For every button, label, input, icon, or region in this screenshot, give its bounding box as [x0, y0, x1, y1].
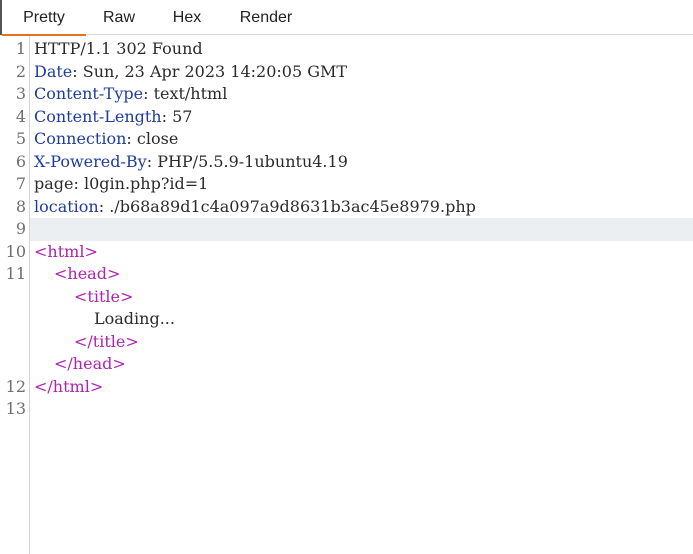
- header-separator: :: [161, 106, 173, 126]
- tag-name: title: [87, 286, 120, 306]
- line-number: 5: [15, 129, 26, 148]
- line-number: 2: [15, 61, 26, 81]
- header-key: Content-Length: [34, 106, 162, 126]
- header-value: Sun, 23 Apr 2023 14:20:05 GMT: [82, 61, 348, 81]
- tab-hex[interactable]: Hex: [160, 0, 214, 35]
- line-number: 11: [5, 264, 26, 283]
- line-number: 1: [15, 39, 26, 58]
- header-key: page: [34, 174, 74, 193]
- response-editor[interactable]: 1 HTTP/1.1 302 Found 2 Date: Sun, 23 Apr…: [0, 36, 693, 554]
- header-line-connection: Connection: close: [34, 128, 178, 151]
- line-number: 10: [5, 241, 26, 261]
- header-separator: :: [143, 84, 154, 103]
- tab-raw[interactable]: Raw: [92, 0, 146, 35]
- status-line: HTTP/1.1 302 Found: [34, 39, 203, 58]
- header-key: Date: [34, 61, 73, 81]
- line-number: 13: [5, 399, 26, 418]
- header-value: l0gin.php?id=1: [83, 174, 209, 193]
- line-number: 3: [15, 84, 26, 103]
- header-separator: :: [72, 61, 83, 81]
- line-number: 6: [15, 151, 26, 171]
- header-separator: :: [126, 129, 137, 148]
- line-number: 4: [15, 106, 26, 126]
- header-line-content-type: Content-Type: text/html: [34, 83, 227, 106]
- header-key: Connection: [34, 129, 127, 148]
- header-line-page: page: l0gin.php?id=1: [34, 173, 208, 196]
- head-close-tag: </head>: [54, 354, 126, 373]
- header-separator: :: [98, 196, 110, 216]
- header-value: 57: [172, 106, 193, 126]
- tag-name: /head: [67, 354, 113, 373]
- tab-render[interactable]: Render: [230, 0, 302, 35]
- tag-name: head: [67, 264, 107, 283]
- tag-name: html: [47, 241, 85, 261]
- title-open-tag: <title>: [74, 286, 134, 306]
- header-separator: :: [73, 174, 84, 193]
- view-tabs: Pretty Raw Hex Render: [0, 0, 693, 36]
- tag-name: /title: [87, 331, 126, 351]
- current-line-highlight: [30, 218, 693, 241]
- header-key: location: [34, 196, 99, 216]
- line-number: 7: [15, 174, 26, 193]
- header-key: Content-Type: [34, 84, 144, 103]
- html-close-tag: </html>: [34, 376, 104, 396]
- header-line-x-powered-by: X-Powered-By: PHP/5.5.9-1ubuntu4.19: [34, 151, 348, 174]
- head-open-tag: <head>: [54, 264, 121, 283]
- header-line-content-length: Content-Length: 57: [34, 106, 192, 129]
- header-value: text/html: [153, 84, 228, 103]
- title-close-tag: </title>: [74, 331, 139, 351]
- html-open-tag: <html>: [34, 241, 98, 261]
- header-value: close: [136, 129, 179, 148]
- line-number: 9: [15, 219, 26, 238]
- title-text: Loading...: [94, 309, 175, 328]
- header-line-location: location: ./b68a89d1c4a097a9d8631b3ac45e…: [34, 196, 476, 219]
- line-number: 12: [5, 376, 26, 396]
- header-line-date: Date: Sun, 23 Apr 2023 14:20:05 GMT: [34, 61, 347, 84]
- header-key: X-Powered-By: [34, 151, 147, 171]
- tab-pretty[interactable]: Pretty: [2, 0, 86, 36]
- header-value: ./b68a89d1c4a097a9d8631b3ac45e8979.php: [109, 196, 476, 216]
- line-number: 8: [15, 196, 26, 216]
- header-separator: :: [146, 151, 158, 171]
- tag-name: /html: [47, 376, 90, 396]
- header-value: PHP/5.5.9-1ubuntu4.19: [157, 151, 348, 171]
